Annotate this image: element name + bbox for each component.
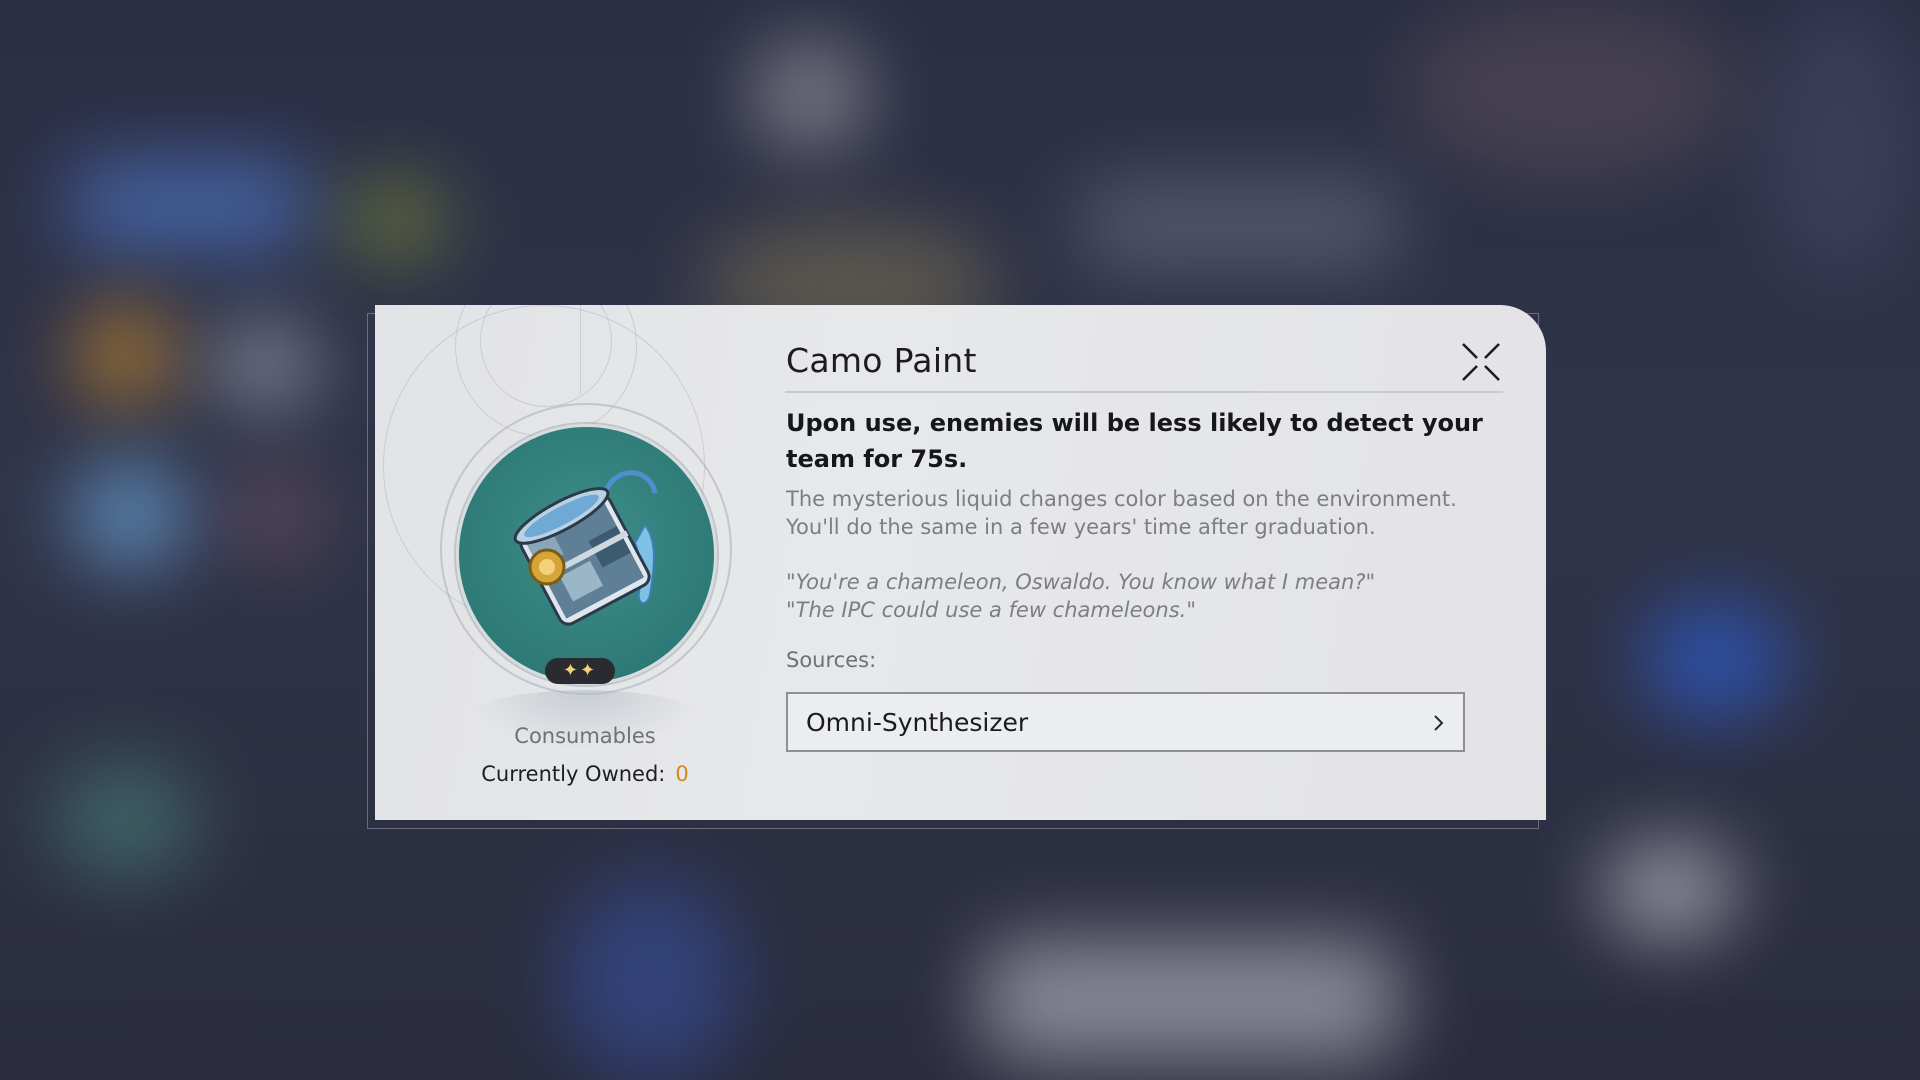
item-description: The mysterious liquid changes color base… xyxy=(786,485,1511,541)
background-blur xyxy=(230,470,320,560)
background-blur xyxy=(340,180,450,260)
item-quote: "You're a chameleon, Oswaldo. You know w… xyxy=(786,568,1511,624)
background-blur xyxy=(750,40,870,150)
game-scene: ✦✦ Consumables Currently Owned: 0 Camo Pa… xyxy=(0,0,1920,1080)
background-blur xyxy=(560,880,740,1080)
background-blur xyxy=(1600,840,1740,940)
background-blur xyxy=(210,320,320,410)
quote-line: "The IPC could use a few chameleons." xyxy=(786,598,1196,622)
item-category: Consumables xyxy=(514,724,656,748)
owned-count-line: Currently Owned: 0 xyxy=(415,762,755,786)
title-divider xyxy=(785,391,1503,393)
item-detail-dialog: ✦✦ Consumables Currently Owned: 0 Camo Pa… xyxy=(375,305,1546,820)
paint-bucket-icon xyxy=(513,470,658,626)
source-name: Omni-Synthesizer xyxy=(806,707,1029,737)
owned-label: Currently Owned: xyxy=(481,762,666,786)
decorative-line xyxy=(580,305,581,395)
background-blur xyxy=(1080,180,1400,270)
background-blur xyxy=(70,460,190,570)
close-button[interactable] xyxy=(1460,341,1502,383)
chevron-right-icon xyxy=(1434,715,1444,731)
description-line: You'll do the same in a few years' time … xyxy=(786,515,1376,539)
background-blur xyxy=(1640,600,1790,720)
background-blur xyxy=(1760,0,1920,280)
background-blur xyxy=(980,940,1400,1060)
source-omni-synthesizer-button[interactable]: Omni-Synthesizer xyxy=(786,692,1465,752)
sources-label: Sources: xyxy=(786,648,877,672)
item-title: Camo Paint xyxy=(786,341,977,380)
owned-count: 0 xyxy=(675,762,689,786)
item-effect: Upon use, enemies will be less likely to… xyxy=(786,409,1483,473)
background-blur xyxy=(1400,0,1740,180)
background-blur xyxy=(75,305,175,405)
description-line: The mysterious liquid changes color base… xyxy=(786,487,1457,511)
close-icon xyxy=(1462,343,1500,381)
background-blur xyxy=(50,760,200,880)
background-blur xyxy=(70,160,310,250)
quote-line: "You're a chameleon, Oswaldo. You know w… xyxy=(786,570,1376,594)
rarity-stars: ✦✦ xyxy=(545,658,615,684)
